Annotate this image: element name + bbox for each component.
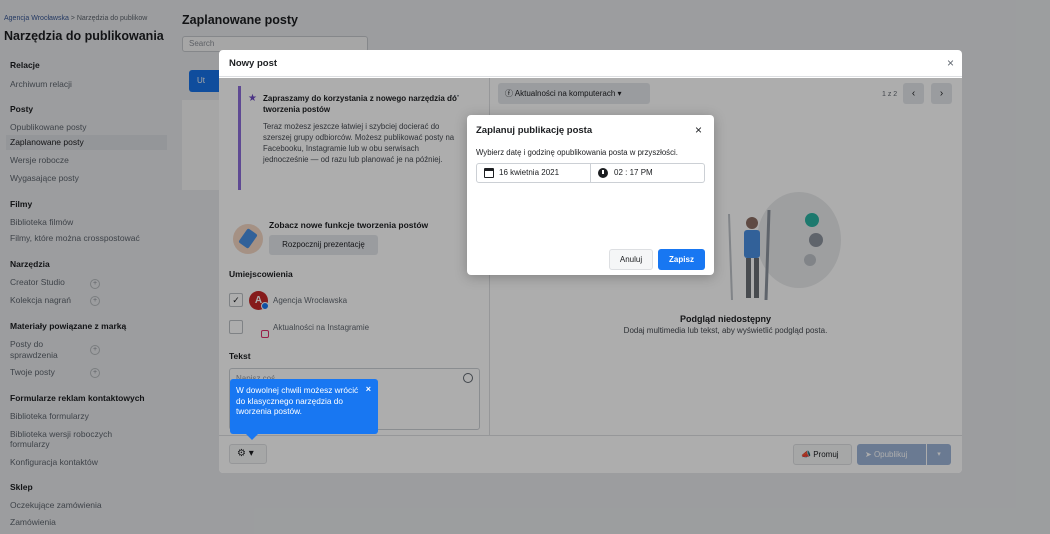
cancel-button[interactable]: Anuluj [609,249,653,270]
calendar-icon [484,168,494,178]
close-icon[interactable]: × [947,56,954,70]
schedule-title: Zaplanuj publikację posta [476,125,593,136]
close-icon[interactable]: × [366,384,371,395]
close-icon[interactable]: × [695,123,702,137]
schedule-dialog: Zaplanuj publikację posta × Wybierz datę… [467,115,714,275]
dialog-header: Nowy post × [219,50,962,77]
classic-tooltip: W dowolnej chwili możesz wrócić do klasy… [230,379,378,440]
tooltip-text: W dowolnej chwili możesz wrócić do klasy… [236,385,359,417]
schedule-description: Wybierz datę i godzinę opublikowania pos… [476,148,678,157]
clock-icon [598,168,608,178]
time-value: 02 : 17 PM [614,168,653,177]
date-value: 16 kwietnia 2021 [499,168,560,177]
save-button[interactable]: Zapisz [658,249,705,270]
dialog-title: Nowy post [229,58,278,69]
time-field[interactable]: 02 : 17 PM [591,163,705,183]
date-field[interactable]: 16 kwietnia 2021 [476,163,591,183]
